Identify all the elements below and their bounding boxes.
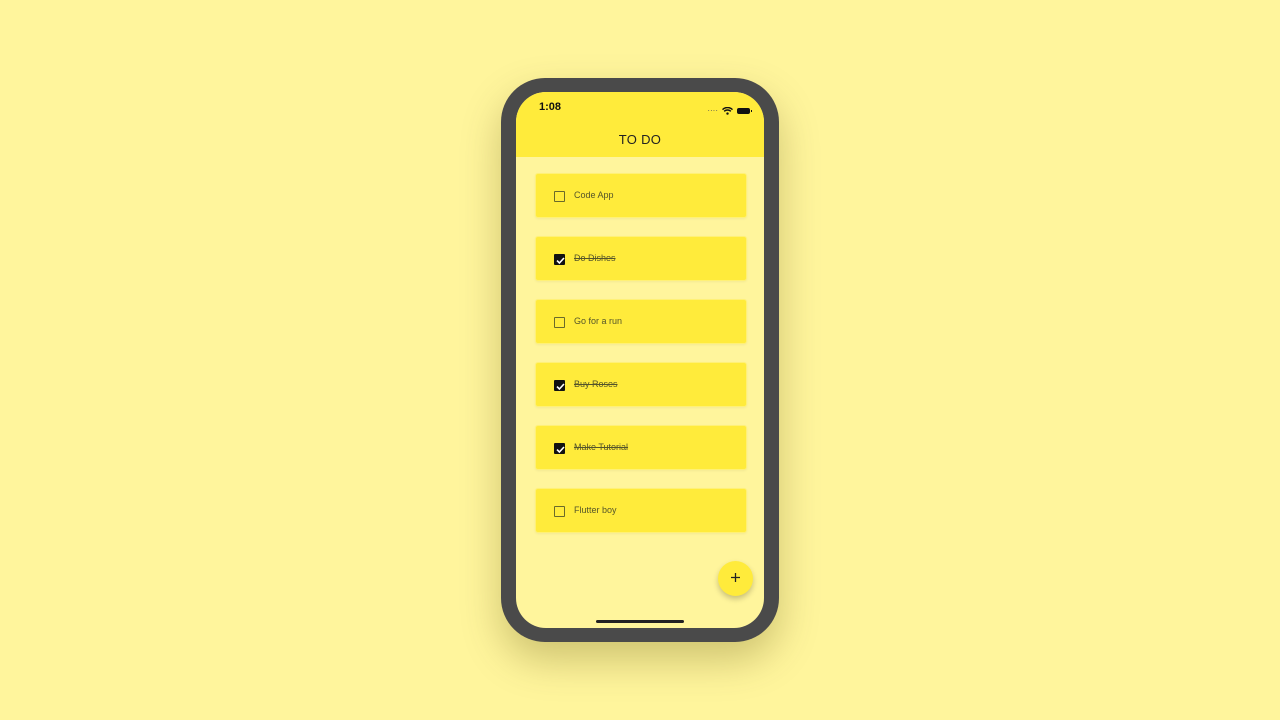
- checkbox-checked-icon[interactable]: [554, 254, 565, 265]
- todo-label: Buy Roses: [574, 379, 618, 389]
- signal-dots-icon: ····: [707, 106, 718, 115]
- todo-label: Code App: [574, 190, 614, 200]
- checkbox-unchecked-icon[interactable]: [554, 191, 565, 202]
- phone-frame: 1:08 ···· TO DO Code App Do Dishes Go fo…: [501, 78, 779, 642]
- todo-label: Do Dishes: [574, 253, 616, 263]
- battery-icon: [737, 108, 752, 114]
- todo-item[interactable]: Do Dishes: [535, 236, 747, 281]
- checkbox-unchecked-icon[interactable]: [554, 317, 565, 328]
- todo-item[interactable]: Code App: [535, 173, 747, 218]
- app-bar: 1:08 ···· TO DO: [516, 92, 764, 157]
- checkbox-unchecked-icon[interactable]: [554, 506, 565, 517]
- checkbox-checked-icon[interactable]: [554, 443, 565, 454]
- todo-item[interactable]: Make Tutorial: [535, 425, 747, 470]
- todo-item[interactable]: Flutter boy: [535, 488, 747, 533]
- plus-icon: [730, 570, 741, 588]
- todo-item[interactable]: Buy Roses: [535, 362, 747, 407]
- wifi-icon: [722, 102, 733, 120]
- app-screen: 1:08 ···· TO DO Code App Do Dishes Go fo…: [516, 92, 764, 628]
- todo-label: Flutter boy: [574, 505, 617, 515]
- add-todo-button[interactable]: [718, 561, 753, 596]
- status-time: 1:08: [539, 101, 562, 113]
- todo-label: Make Tutorial: [574, 442, 629, 452]
- todo-label: Go for a run: [574, 316, 623, 326]
- home-indicator: [596, 620, 684, 623]
- todo-item[interactable]: Go for a run: [535, 299, 747, 344]
- status-icons: ····: [707, 102, 752, 120]
- checkbox-checked-icon[interactable]: [554, 380, 565, 391]
- page-title: TO DO: [618, 132, 662, 147]
